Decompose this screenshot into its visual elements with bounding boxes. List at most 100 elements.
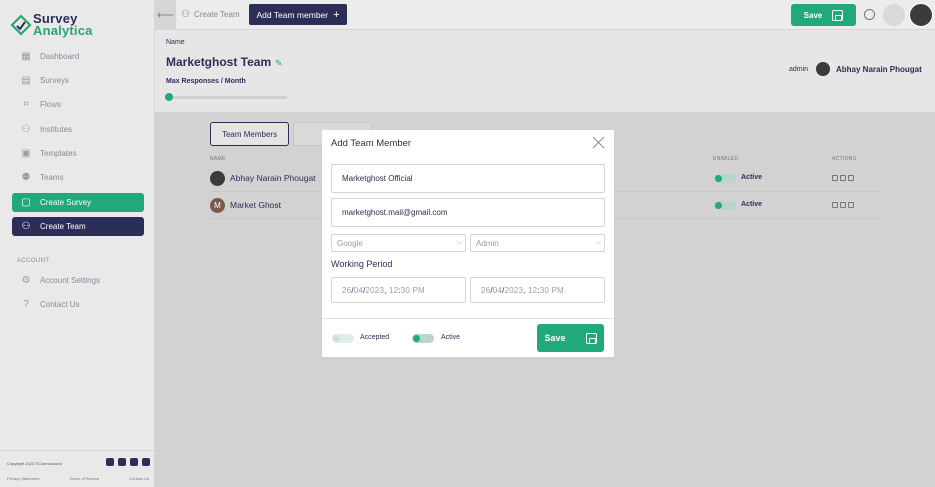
create-survey-icon: ▢ [21, 197, 31, 208]
edit-icon[interactable] [832, 202, 838, 208]
dialog-title: Add Team Member [331, 138, 412, 149]
sidebar-item-flows[interactable]: ⌗ Flows [12, 95, 144, 114]
provider-value: Google [337, 238, 363, 248]
chevron-down-icon: ⌵ [595, 239, 601, 246]
sidebar-item-label: Dashboard [40, 52, 80, 61]
logo-icon [10, 14, 32, 36]
save-label: Save [544, 333, 566, 343]
sidebar-item-label: Institutes [40, 125, 73, 134]
active-label: Active [441, 334, 461, 341]
template-icon: ▣ [21, 148, 31, 159]
add-user-icon: ⚇ [181, 9, 190, 20]
name-label: Name [166, 39, 185, 46]
start-year: 2023 [365, 285, 385, 295]
member-name: Market Ghost [230, 200, 282, 210]
column-header-enabled: ENABLED [713, 156, 739, 162]
linkedin-icon[interactable] [130, 458, 138, 466]
terms-link[interactable]: Terms of Service [69, 476, 99, 481]
add-team-member-label: Add Team member [256, 9, 329, 20]
breadcrumb-label: Create Team [193, 10, 240, 19]
end-year: 2023 [504, 285, 524, 295]
max-responses-slider[interactable] [169, 96, 287, 99]
help-icon: ? [23, 299, 29, 310]
add-team-member-button[interactable]: Add Team member + [249, 4, 347, 25]
globe-icon[interactable] [864, 9, 875, 20]
start-datetime-field[interactable]: 26/04/2023, 12:30 PM [331, 277, 466, 303]
sidebar-item-surveys[interactable]: ▤ Surveys [12, 71, 144, 90]
sidebar-item-teams[interactable]: ⚉ Teams [12, 168, 144, 187]
sidebar-item-label: Surveys [40, 76, 69, 85]
slider-handle[interactable] [165, 93, 173, 101]
avatar [210, 171, 225, 186]
avatar: M [210, 198, 225, 213]
add-user-icon: ⚇ [21, 221, 31, 232]
document-icon: ▤ [21, 75, 31, 86]
pencil-icon[interactable]: ✎ [275, 58, 283, 69]
working-period-label: Working Period [331, 259, 393, 269]
sidebar-item-label: Create Survey [40, 198, 92, 207]
copy-icon[interactable] [840, 202, 846, 208]
sidebar-item-institutes[interactable]: ⚇ Institutes [12, 120, 144, 139]
enabled-toggle[interactable] [714, 201, 736, 210]
delete-icon[interactable] [848, 175, 854, 181]
create-survey-button[interactable]: ▢ Create Survey [12, 193, 144, 212]
max-responses-label: Max Responses / Month [166, 78, 246, 85]
role-value: Admin [476, 238, 499, 248]
user-avatar[interactable] [909, 3, 933, 27]
brand-logo[interactable]: Survey Analytica [10, 10, 150, 40]
name-field[interactable] [331, 164, 605, 193]
save-button[interactable]: Save [791, 4, 856, 26]
sidebar-item-contact-us[interactable]: ? Contact Us [12, 295, 144, 314]
enabled-toggle[interactable] [714, 174, 736, 183]
active-toggle[interactable] [412, 334, 434, 343]
email-field[interactable] [331, 198, 605, 227]
brand-line2: Analytica [33, 23, 93, 38]
privacy-link[interactable]: Privacy Statement [7, 476, 39, 481]
sidebar-item-label: Create Team [40, 222, 86, 231]
provider-select[interactable]: Google ⌵ [331, 234, 466, 252]
role-select[interactable]: Admin ⌵ [470, 234, 605, 252]
twitter-icon[interactable] [142, 458, 150, 466]
delete-icon[interactable] [848, 202, 854, 208]
accepted-toggle[interactable] [332, 334, 354, 343]
end-ampm: PM [551, 285, 564, 295]
column-header-name: NAME [210, 156, 226, 162]
dialog-footer: Accepted Active Save [322, 318, 614, 357]
start-minute: 30 [400, 285, 411, 295]
save-icon [585, 332, 597, 344]
close-icon[interactable] [592, 136, 605, 149]
admin-name: Abhay Narain Phougat [836, 65, 922, 74]
start-month: 04 [353, 285, 364, 295]
admin-label: admin [789, 66, 809, 73]
back-button[interactable]: ⟵ [155, 0, 176, 29]
contact-link[interactable]: Contact Us [129, 476, 149, 481]
tab-team-members[interactable]: Team Members [210, 122, 289, 146]
column-header-actions: ACTIONS [832, 156, 857, 162]
notification-icon[interactable] [883, 4, 905, 26]
sidebar-item-label: Flows [40, 100, 61, 109]
create-team-button[interactable]: ⚇ Create Team [12, 217, 144, 236]
start-hour: 12 [388, 285, 399, 295]
instagram-icon[interactable] [118, 458, 126, 466]
end-datetime-field[interactable]: 26/04/2023, 12:30 PM [470, 277, 605, 303]
sidebar-item-label: Teams [40, 173, 64, 182]
end-day: 26 [481, 285, 491, 295]
team-header: Name Marketghost Team ✎ Max Responses / … [155, 30, 935, 112]
sidebar-item-templates[interactable]: ▣ Templates [12, 144, 144, 163]
sidebar-item-account-settings[interactable]: ⚙ Account Settings [12, 271, 144, 290]
edit-icon[interactable] [832, 175, 838, 181]
sidebar-footer: Copyright 2023 ©Cosmosound Privacy State… [0, 450, 155, 487]
copy-icon[interactable] [840, 175, 846, 181]
chevron-down-icon: ⌵ [456, 239, 462, 246]
row-actions [832, 175, 854, 181]
gear-icon: ⚙ [21, 275, 31, 286]
start-day: 26 [342, 285, 352, 295]
social-links [106, 458, 150, 466]
facebook-icon[interactable] [106, 458, 114, 466]
sidebar-item-dashboard[interactable]: ▦ Dashboard [12, 47, 144, 66]
sidebar-item-label: Account Settings [40, 276, 101, 285]
footer-links: Privacy Statement Terms of Service Conta… [7, 476, 149, 481]
team-icon: ⚉ [21, 172, 31, 183]
dialog-save-button[interactable]: Save [537, 324, 604, 352]
topbar: ⟵ ⚇ Create Team Add Team member + Save [155, 0, 935, 30]
